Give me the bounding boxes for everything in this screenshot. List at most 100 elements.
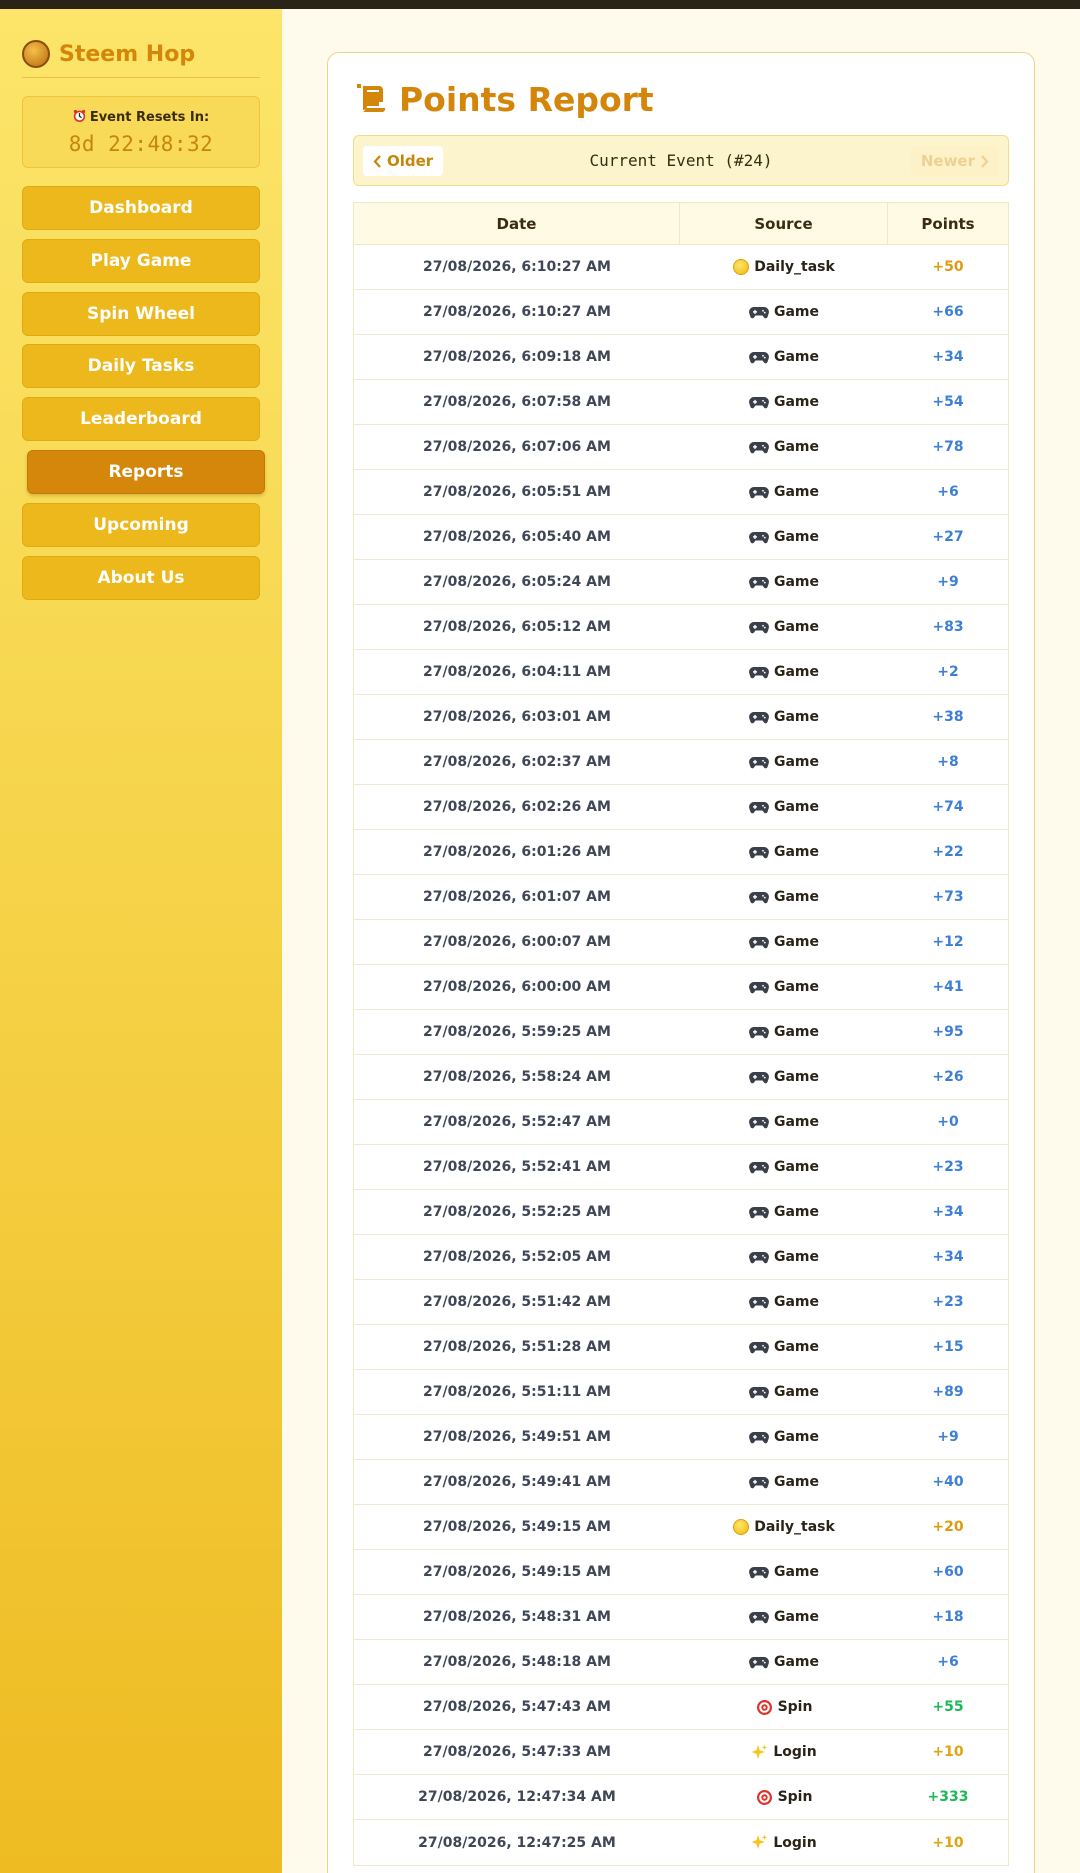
row-source: Game xyxy=(680,560,888,604)
table-row: 27/08/2026, 5:49:15 AM Daily_task +20 xyxy=(354,1505,1008,1550)
row-source-label: Login xyxy=(773,1744,817,1760)
row-points: +6 xyxy=(937,484,959,500)
table-row: 27/08/2026, 6:05:51 AM Game +6 xyxy=(354,470,1008,515)
sidebar-item-leaderboard[interactable]: Leaderboard xyxy=(22,397,260,441)
row-source-label: Game xyxy=(773,664,820,680)
row-source-label: Spin xyxy=(777,1789,813,1805)
gamepad-icon xyxy=(749,1566,769,1579)
row-source: Game xyxy=(680,695,888,739)
row-source-label: Game xyxy=(773,529,820,545)
row-points: +41 xyxy=(932,979,964,995)
gamepad-icon xyxy=(749,846,769,859)
row-source: Game xyxy=(680,605,888,649)
timer-label: Event Resets In: xyxy=(89,110,210,125)
sidebar-item-daily-tasks[interactable]: Daily Tasks xyxy=(22,344,260,388)
gamepad-icon xyxy=(749,441,769,454)
row-date: 27/08/2026, 6:02:26 AM xyxy=(423,799,611,815)
gamepad-icon xyxy=(749,1386,769,1399)
row-source: Game xyxy=(680,1595,888,1639)
row-date: 27/08/2026, 6:00:07 AM xyxy=(423,934,611,950)
gamepad-icon xyxy=(749,1431,769,1444)
row-date: 27/08/2026, 6:10:27 AM xyxy=(423,259,611,275)
row-date: 27/08/2026, 5:51:28 AM xyxy=(423,1339,611,1355)
row-source: Game xyxy=(680,1460,888,1504)
row-date: 27/08/2026, 5:52:05 AM xyxy=(423,1249,611,1265)
row-source-label: Daily_task xyxy=(754,259,835,275)
table-row: 27/08/2026, 5:52:41 AM Game +23 xyxy=(354,1145,1008,1190)
sidebar-item-dashboard[interactable]: Dashboard xyxy=(22,186,260,230)
row-points: +10 xyxy=(932,1834,964,1851)
coin-icon xyxy=(733,1519,750,1535)
gamepad-icon xyxy=(749,756,769,769)
row-source-label: Game xyxy=(773,349,820,365)
row-source: Game xyxy=(680,740,888,784)
row-source: Game xyxy=(680,1100,888,1144)
row-source-label: Game xyxy=(773,1159,820,1175)
gamepad-icon xyxy=(749,1161,769,1174)
sidebar-item-upcoming[interactable]: Upcoming xyxy=(22,503,260,547)
gamepad-icon xyxy=(749,1116,769,1129)
gamepad-icon xyxy=(749,621,769,634)
row-source-label: Game xyxy=(773,799,820,815)
row-source-label: Game xyxy=(773,1339,820,1355)
gamepad-icon xyxy=(749,936,769,949)
gamepad-icon xyxy=(749,981,769,994)
row-source-label: Game xyxy=(773,619,820,635)
target-icon xyxy=(756,1699,773,1716)
row-date: 27/08/2026, 5:52:47 AM xyxy=(423,1114,611,1130)
page-title: Points Report xyxy=(353,78,654,120)
row-source-label: Game xyxy=(773,439,820,455)
newer-button[interactable]: Newer xyxy=(910,146,999,176)
table-row: 27/08/2026, 5:51:42 AM Game +23 xyxy=(354,1280,1008,1325)
row-points: +55 xyxy=(932,1699,964,1715)
table-row: 27/08/2026, 6:02:26 AM Game +74 xyxy=(354,785,1008,830)
gamepad-icon xyxy=(749,801,769,814)
row-source-label: Game xyxy=(773,1429,820,1445)
sidebar-item-spin-wheel[interactable]: Spin Wheel xyxy=(22,292,260,336)
sidebar: Steem Hop Event Resets In: 8d 22:48:32 D… xyxy=(0,9,282,1873)
row-source: Spin xyxy=(680,1685,888,1729)
target-icon xyxy=(756,1789,773,1806)
row-points: +20 xyxy=(932,1519,964,1535)
row-date: 27/08/2026, 6:00:00 AM xyxy=(423,979,611,995)
row-points: +54 xyxy=(932,394,964,410)
row-source: Game xyxy=(680,1190,888,1234)
row-date: 27/08/2026, 5:51:42 AM xyxy=(423,1294,611,1310)
column-header-points[interactable]: Points xyxy=(888,203,1008,244)
event-pager: Older Current Event (#24) Newer xyxy=(353,135,1009,186)
table-row: 27/08/2026, 5:52:25 AM Game +34 xyxy=(354,1190,1008,1235)
row-date: 27/08/2026, 6:01:26 AM xyxy=(423,844,611,860)
table-body: 27/08/2026, 6:10:27 AM Daily_task +50 27/08… xyxy=(354,245,1008,1865)
table-row: 27/08/2026, 6:10:27 AM Daily_task +50 xyxy=(354,245,1008,290)
gamepad-icon xyxy=(749,576,769,589)
row-source-label: Game xyxy=(773,1069,820,1085)
row-date: 27/08/2026, 6:10:27 AM xyxy=(423,304,611,320)
sidebar-item-reports[interactable]: Reports xyxy=(27,450,265,494)
row-date: 27/08/2026, 6:03:01 AM xyxy=(423,709,611,725)
row-source-label: Game xyxy=(773,574,820,590)
gamepad-icon xyxy=(749,306,769,319)
timer-value: 8d 22:48:32 xyxy=(68,132,214,156)
row-points: +27 xyxy=(932,529,964,545)
row-source: Game xyxy=(680,650,888,694)
column-header-date[interactable]: Date xyxy=(354,203,680,244)
row-points: +22 xyxy=(932,844,964,860)
sidebar-item-play-game[interactable]: Play Game xyxy=(22,239,260,283)
row-source: Game xyxy=(680,425,888,469)
row-source-label: Game xyxy=(773,844,820,860)
row-source-label: Game xyxy=(773,1249,820,1265)
top-window-bar xyxy=(0,0,1080,9)
table-row: 27/08/2026, 6:05:12 AM Game +83 xyxy=(354,605,1008,650)
table-row: 27/08/2026, 5:48:18 AM Game +6 xyxy=(354,1640,1008,1685)
row-date: 27/08/2026, 5:48:31 AM xyxy=(423,1609,611,1625)
gamepad-icon xyxy=(749,1341,769,1354)
sidebar-item-about-us[interactable]: About Us xyxy=(22,556,260,600)
row-points: +83 xyxy=(932,619,964,635)
row-points: +333 xyxy=(927,1789,969,1805)
row-source-label: Game xyxy=(773,304,820,320)
row-date: 27/08/2026, 6:05:12 AM xyxy=(423,619,611,635)
brand[interactable]: Steem Hop xyxy=(22,33,195,75)
column-header-source[interactable]: Source xyxy=(680,203,888,244)
table-row: 27/08/2026, 6:04:11 AM Game +2 xyxy=(354,650,1008,695)
row-date: 27/08/2026, 12:47:34 AM xyxy=(418,1789,616,1805)
